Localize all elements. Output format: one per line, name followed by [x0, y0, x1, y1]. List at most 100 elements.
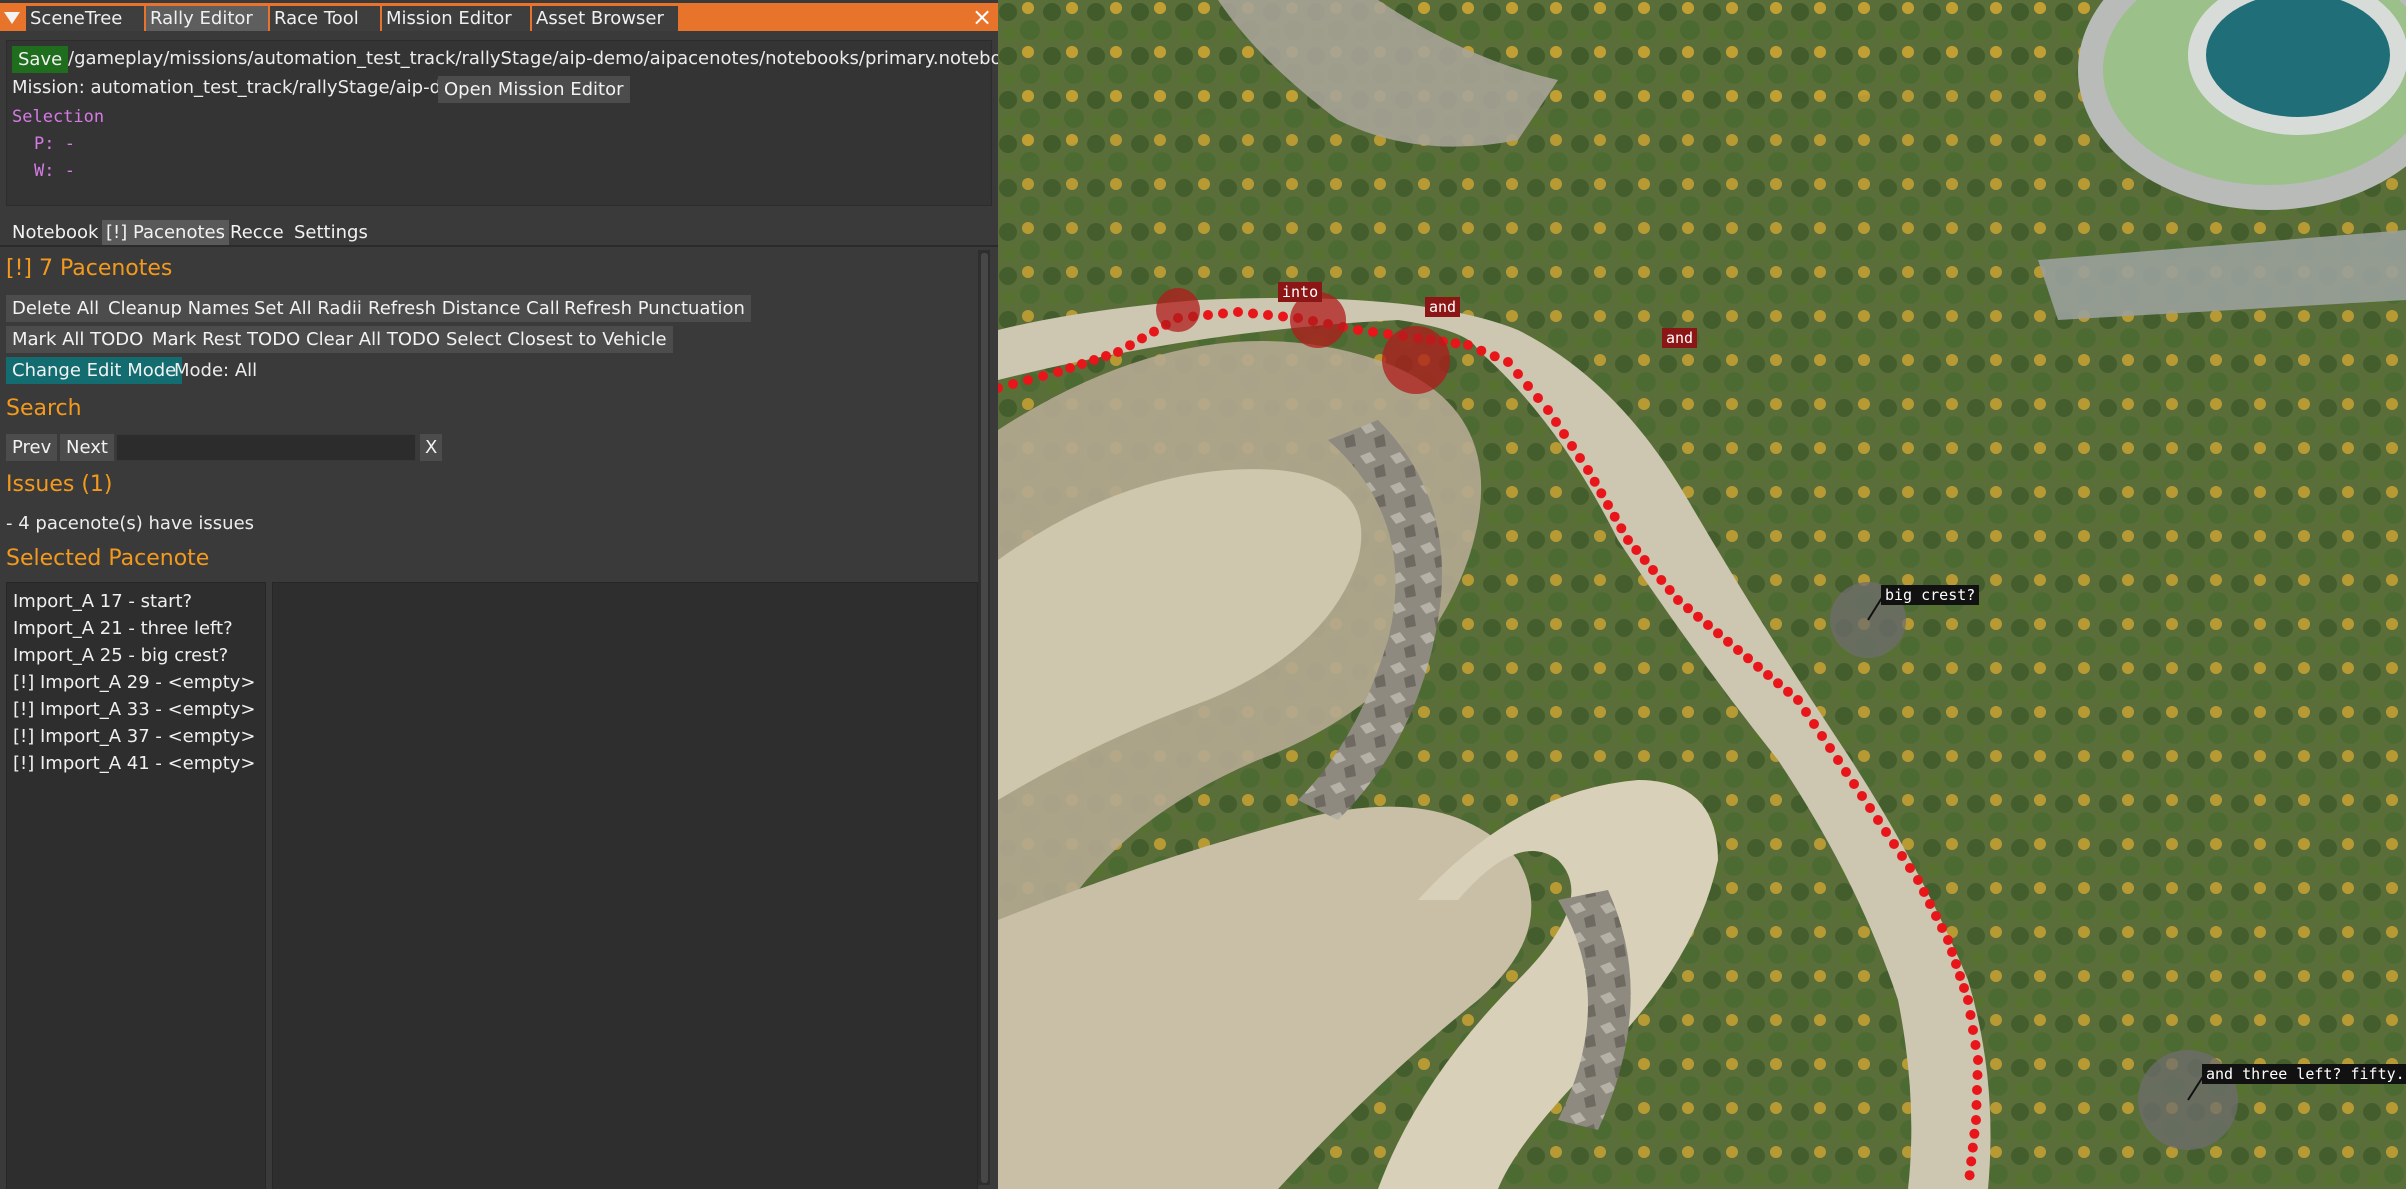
route-dot [1889, 839, 1899, 849]
route-dot [1865, 803, 1875, 813]
tab-notebook[interactable]: Notebook [8, 220, 102, 246]
route-dot [1683, 603, 1693, 614]
save-button[interactable]: Save [12, 46, 69, 73]
route-dot [1963, 995, 1973, 1005]
route-dot [1703, 620, 1713, 630]
route-dot [1353, 325, 1363, 335]
close-icon[interactable]: × [972, 5, 992, 29]
search-input[interactable] [116, 434, 416, 461]
tab-recce[interactable]: Recce [226, 220, 288, 246]
route-dot [1833, 755, 1843, 765]
route-dot [1817, 731, 1827, 741]
route-dot [1065, 363, 1075, 373]
list-item[interactable]: [!] Import_A 37 - <empty> [13, 726, 256, 747]
route-dot [1931, 911, 1941, 921]
route-dot [1967, 1142, 1978, 1153]
route-dot [1733, 645, 1743, 655]
route-dot [1959, 983, 1969, 993]
tab-pacenotes[interactable]: [!] Pacenotes [102, 220, 229, 246]
clear-all-todo-button[interactable]: Clear All TODO [300, 326, 447, 353]
list-item[interactable]: [!] Import_A 33 - <empty> [13, 699, 256, 720]
route-dot [1543, 405, 1553, 415]
tab-settings[interactable]: Settings [290, 220, 372, 246]
route-dot [1101, 351, 1111, 361]
tab-race-tool[interactable]: Race Tool [270, 6, 380, 31]
pacenote-marker-into [1156, 288, 1200, 332]
panel-scrollbar-thumb[interactable] [981, 253, 988, 1183]
route-dot [1897, 851, 1907, 861]
search-next-button[interactable]: Next [60, 434, 114, 461]
tab-rally-editor[interactable]: Rally Editor [146, 6, 268, 31]
window-menu-arrow-icon[interactable] [4, 12, 20, 24]
route-dot [1951, 959, 1961, 969]
route-dot [1973, 1055, 1983, 1065]
route-dot [1972, 1085, 1982, 1095]
route-dot [1603, 500, 1613, 510]
route-dot [1077, 359, 1087, 369]
selection-w: W: - [34, 161, 75, 181]
route-dot [1919, 887, 1929, 897]
list-item[interactable]: [!] Import_A 29 - <empty> [13, 672, 256, 693]
tab-mission-editor[interactable]: Mission Editor [382, 6, 530, 31]
route-dot [1559, 429, 1569, 439]
open-mission-editor-button[interactable]: Open Mission Editor [438, 76, 630, 103]
route-dot [1664, 585, 1675, 595]
search-title: Search [6, 396, 82, 421]
route-dot [1825, 743, 1835, 753]
route-dot [1968, 1025, 1978, 1035]
selection-p: P: - [34, 134, 75, 154]
window-tab-bar: SceneTree Rally Editor Race Tool Mission… [0, 3, 998, 31]
delete-all-button[interactable]: Delete All [6, 295, 106, 322]
route-dot [1278, 311, 1288, 322]
route-dot [1263, 310, 1273, 320]
route-dot [1137, 333, 1147, 344]
refresh-punctuation-button[interactable]: Refresh Punctuation [558, 295, 751, 322]
mark-all-todo-button[interactable]: Mark All TODO [6, 326, 150, 353]
route-dot [1841, 767, 1851, 777]
route-dot [1583, 465, 1593, 475]
select-closest-to-vehicle-button[interactable]: Select Closest to Vehicle [440, 326, 673, 353]
3d-viewport[interactable]: into and and big crest? and three left? … [998, 0, 2406, 1189]
list-item[interactable]: Import_A 21 - three left? [13, 618, 233, 639]
route-dot [1567, 441, 1577, 451]
route-dot [1753, 661, 1763, 672]
route-dot [1648, 565, 1658, 575]
route-dot [1609, 511, 1620, 522]
cleanup-names-button[interactable]: Cleanup Names [102, 295, 257, 322]
selection-title: Selection [12, 107, 105, 127]
pacenote-label-three-left: and three left? fifty. [2202, 1064, 2406, 1084]
route-dot [1631, 545, 1642, 555]
route-dot [1801, 707, 1811, 717]
route-dot [1947, 947, 1957, 957]
search-clear-button[interactable]: X [420, 434, 443, 461]
tab-asset-browser[interactable]: Asset Browser [532, 6, 678, 31]
route-dot [1955, 971, 1965, 981]
route-dot [1969, 1128, 1980, 1139]
list-item[interactable]: [!] Import_A 41 - <empty> [13, 753, 256, 774]
route-dot [1503, 357, 1513, 367]
route-dot [1523, 381, 1533, 391]
list-item[interactable]: Import_A 25 - big crest? [13, 645, 228, 666]
route-dot [1873, 815, 1883, 825]
list-item[interactable]: Import_A 17 - start? [13, 591, 192, 612]
route-dot [1905, 863, 1915, 873]
set-all-radii-button[interactable]: Set All Radii [248, 295, 368, 322]
route-dot [1857, 791, 1867, 801]
issues-title: Issues (1) [6, 472, 113, 497]
route-dot [1113, 347, 1123, 357]
route-dot [1913, 875, 1923, 885]
pacenote-list: Import_A 17 - start? Import_A 21 - three… [6, 582, 266, 1189]
route-dot [1849, 779, 1859, 789]
tab-scenetree[interactable]: SceneTree [26, 6, 144, 31]
search-prev-button[interactable]: Prev [6, 434, 58, 461]
change-edit-mode-button[interactable]: Change Edit Mode [6, 357, 183, 384]
mission-path: Mission: automation_test_track/rallyStag… [12, 77, 481, 98]
mark-rest-todo-button[interactable]: Mark Rest TODO [146, 326, 307, 353]
route-dot [1476, 345, 1487, 356]
route-dot [1966, 1156, 1977, 1167]
route-dot [1053, 367, 1063, 377]
route-dot [1656, 575, 1667, 585]
route-dot [1809, 719, 1819, 729]
route-dot [1089, 355, 1099, 365]
refresh-distance-calls-button[interactable]: Refresh Distance Calls [362, 295, 576, 322]
